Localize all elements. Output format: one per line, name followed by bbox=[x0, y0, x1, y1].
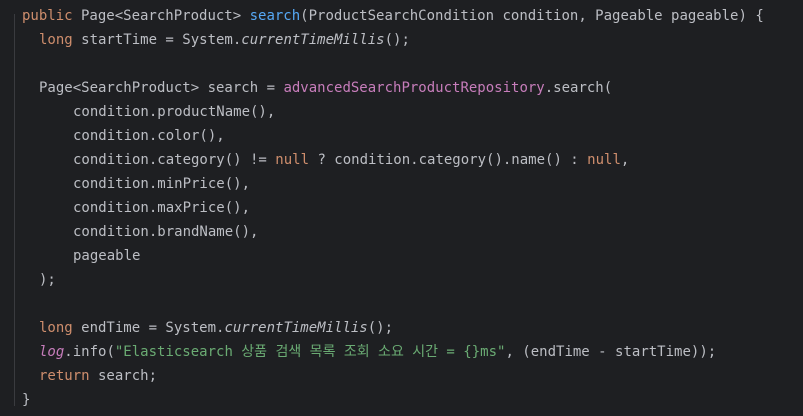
keyword-return: return bbox=[39, 368, 90, 384]
code-line-13[interactable]: log.info("Elasticsearch 상품 검색 목록 조회 소요 시… bbox=[39, 340, 716, 364]
code-text: condition.color(), bbox=[73, 128, 225, 144]
log-field: log bbox=[39, 344, 65, 360]
code-text: .search( bbox=[544, 80, 613, 96]
static-method: currentTimeMillis bbox=[224, 320, 368, 336]
code-text: condition.minPrice(), bbox=[73, 176, 251, 192]
code-text: , bbox=[620, 152, 630, 168]
closing-brace: } bbox=[22, 392, 31, 408]
code-text: endTime = System. bbox=[72, 320, 225, 336]
code-line-1[interactable]: public Page<SearchProduct> search(Produc… bbox=[22, 4, 764, 28]
code-text: condition.category() != bbox=[73, 152, 276, 168]
code-text: search; bbox=[89, 368, 158, 384]
indent-guide bbox=[14, 14, 15, 406]
code-text: pageable bbox=[73, 248, 141, 264]
code-line-9[interactable]: condition.brandName(), bbox=[73, 220, 258, 244]
field-reference: advancedSearchProductRepository bbox=[283, 80, 545, 96]
code-line-8[interactable]: condition.maxPrice(), bbox=[73, 196, 250, 220]
code-editor[interactable]: public Page<SearchProduct> search(Produc… bbox=[0, 0, 803, 416]
code-text: (ProductSearchCondition condition, Pagea… bbox=[300, 8, 764, 24]
code-line-11[interactable]: ); bbox=[39, 268, 56, 292]
string-literal: "Elasticsearch 상품 검색 목록 조회 소요 시간 = {}ms" bbox=[114, 344, 506, 360]
code-text: .info( bbox=[64, 344, 115, 360]
code-text: Page<SearchProduct> bbox=[72, 8, 250, 24]
code-line-3[interactable]: Page<SearchProduct> search = advancedSea… bbox=[39, 76, 612, 100]
static-method: currentTimeMillis bbox=[241, 32, 385, 48]
code-line-5[interactable]: condition.color(), bbox=[73, 124, 225, 148]
code-text: startTime = System. bbox=[72, 32, 242, 48]
code-line-15[interactable]: } bbox=[22, 388, 30, 412]
keyword-long: long bbox=[39, 320, 73, 336]
code-text: condition.maxPrice(), bbox=[73, 200, 251, 216]
keyword-long: long bbox=[39, 32, 73, 48]
code-line-4[interactable]: condition.productName(), bbox=[73, 100, 275, 124]
code-text: condition.brandName(), bbox=[73, 224, 259, 240]
code-text: (); bbox=[367, 320, 394, 336]
code-text: condition.productName(), bbox=[73, 104, 276, 120]
code-text: , (endTime - startTime)); bbox=[505, 344, 717, 360]
code-text: ); bbox=[39, 272, 56, 288]
keyword-public: public bbox=[22, 8, 73, 24]
code-text: (); bbox=[384, 32, 410, 48]
code-text: ? condition.category().name() : bbox=[309, 152, 588, 168]
keyword-null: null bbox=[587, 152, 621, 168]
code-line-12[interactable]: long endTime = System.currentTimeMillis(… bbox=[39, 316, 393, 340]
code-line-2[interactable]: long startTime = System.currentTimeMilli… bbox=[39, 28, 410, 52]
keyword-null: null bbox=[275, 152, 310, 168]
code-line-10[interactable]: pageable bbox=[73, 244, 140, 268]
code-line-7[interactable]: condition.minPrice(), bbox=[73, 172, 250, 196]
method-name: search bbox=[249, 8, 301, 24]
code-text: Page<SearchProduct> search = bbox=[39, 80, 284, 96]
code-line-14[interactable]: return search; bbox=[39, 364, 157, 388]
code-line-6[interactable]: condition.category() != null ? condition… bbox=[73, 148, 629, 172]
